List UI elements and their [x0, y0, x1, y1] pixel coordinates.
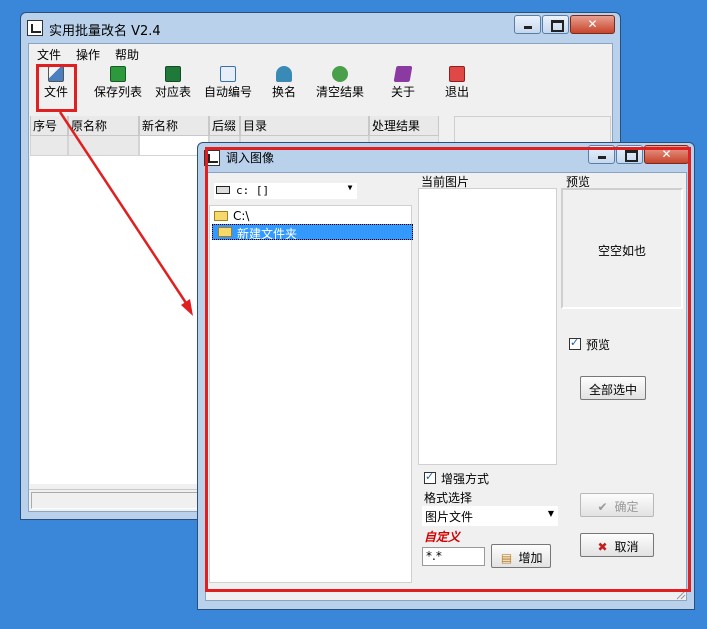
toolbar-auto-number-button[interactable]: 自动编号 [202, 66, 254, 102]
preview-checkbox[interactable] [569, 336, 581, 350]
toolbar-rename-label: 换名 [271, 85, 296, 99]
toolbar-mapping-label: 对应表 [154, 85, 191, 99]
menubar: 文件 操作 帮助 [29, 44, 612, 64]
import-images-dialog: 调入图像 c: [] ▼ C:\ 新建文件夹 当前图片 预览 空空如也 [197, 142, 695, 610]
recycle-icon [332, 66, 348, 82]
format-select[interactable]: 图片文件 ▼ [422, 506, 558, 526]
format-label: 格式选择 [424, 491, 473, 505]
grid-cell [30, 136, 68, 156]
cancel-button-label: 取消 [614, 540, 639, 554]
clipboard-icon: ▤ [500, 551, 513, 565]
ok-button-label: 确定 [614, 500, 639, 514]
toolbar-about-label: 关于 [390, 85, 415, 99]
toolbar-exit-button[interactable]: 退出 [443, 66, 471, 102]
ab-numbering-icon [220, 66, 236, 82]
grid-header: 序号 原名称 新名称 后缀 目录 处理结果 [30, 116, 439, 136]
toolbar-save-list-label: 保存列表 [93, 85, 142, 99]
dialog-client-area: c: [] ▼ C:\ 新建文件夹 当前图片 预览 空空如也 预览 全部选中 增… [205, 172, 687, 601]
current-images-list[interactable] [418, 188, 557, 465]
cancel-button[interactable]: ✖ 取消 [580, 533, 654, 557]
folder-open-icon [214, 211, 228, 221]
menu-file[interactable]: 文件 [29, 44, 68, 64]
grid-cell [68, 136, 139, 156]
dialog-app-icon [204, 150, 220, 166]
save-list-icon [110, 66, 126, 82]
directory-list[interactable]: C:\ 新建文件夹 [209, 205, 413, 583]
dialog-titlebar[interactable]: 调入图像 [198, 143, 694, 173]
dir-item-root[interactable]: C:\ [212, 208, 413, 224]
close-button[interactable] [570, 15, 615, 34]
ok-button[interactable]: ✔ 确定 [580, 493, 654, 517]
exit-icon [449, 66, 465, 82]
column-header-index[interactable]: 序号 [30, 116, 68, 136]
add-button[interactable]: ▤ 增加 [491, 544, 551, 568]
excel-icon [165, 66, 181, 82]
main-titlebar[interactable]: 实用批量改名 V2.4 [21, 13, 620, 43]
add-button-label: 增加 [518, 551, 543, 565]
dialog-caption-buttons [587, 145, 689, 164]
toolbar: 文件 保存列表 对应表 自动编号 换名 清空结果 关于 退出 [29, 64, 612, 102]
resize-grip-icon[interactable] [675, 589, 686, 600]
menu-operation[interactable]: 操作 [68, 44, 107, 64]
drive-value: c: [] [236, 184, 270, 197]
format-value: 图片文件 [425, 510, 474, 524]
menu-help[interactable]: 帮助 [107, 44, 146, 64]
app-icon [27, 20, 43, 36]
chevron-down-icon: ▼ [347, 183, 353, 192]
check-icon: ✔ [597, 500, 608, 514]
column-header-result[interactable]: 处理结果 [369, 116, 439, 136]
drive-select[interactable]: c: [] ▼ [214, 183, 357, 199]
dialog-title: 调入图像 [226, 151, 275, 165]
toolbar-file-label: 文件 [43, 85, 68, 99]
preview-empty-text: 空空如也 [597, 244, 646, 258]
toolbar-clear-results-button[interactable]: 清空结果 [314, 66, 366, 102]
book-icon [393, 66, 413, 82]
toolbar-exit-label: 退出 [444, 85, 469, 99]
toolbar-file-button[interactable]: 文件 [41, 66, 71, 102]
hammer-icon [276, 66, 292, 82]
close-x-icon: ✖ [597, 540, 608, 554]
dialog-minimize-button[interactable] [588, 145, 615, 164]
dir-item-new-folder[interactable]: 新建文件夹 [212, 224, 413, 241]
enhance-checkbox-label: 增强方式 [441, 472, 490, 486]
dialog-maximize-button[interactable] [616, 145, 643, 164]
preview-checkbox-label: 预览 [586, 338, 611, 352]
caption-buttons [513, 15, 615, 34]
toolbar-clear-results-label: 清空结果 [315, 85, 364, 99]
toolbar-save-list-button[interactable]: 保存列表 [92, 66, 144, 102]
dir-item-label: C:\ [233, 209, 250, 223]
drive-icon [216, 186, 230, 194]
toolbar-auto-number-label: 自动编号 [203, 85, 252, 99]
enhance-checkbox[interactable] [424, 470, 436, 484]
column-header-new-name[interactable]: 新名称 [139, 116, 209, 136]
column-header-original-name[interactable]: 原名称 [68, 116, 139, 136]
column-header-suffix[interactable]: 后缀 [209, 116, 240, 136]
toolbar-about-button[interactable]: 关于 [389, 66, 417, 102]
window-title: 实用批量改名 V2.4 [49, 24, 161, 39]
maximize-button[interactable] [542, 15, 569, 34]
toolbar-mapping-button[interactable]: 对应表 [153, 66, 193, 102]
open-file-icon [48, 66, 64, 82]
toolbar-rename-button[interactable]: 换名 [269, 66, 299, 102]
chevron-down-icon: ▼ [547, 509, 555, 518]
select-all-button[interactable]: 全部选中 [580, 376, 646, 400]
minimize-button[interactable] [514, 15, 541, 34]
status-cell [31, 492, 211, 509]
column-header-directory[interactable]: 目录 [240, 116, 369, 136]
folder-open-icon [218, 227, 232, 237]
custom-label: 自定义 [424, 530, 461, 544]
dir-item-label: 新建文件夹 [237, 227, 298, 241]
preview-box: 空空如也 [561, 188, 683, 309]
dialog-close-button[interactable] [644, 145, 689, 164]
extension-input[interactable]: *.* [422, 547, 485, 566]
